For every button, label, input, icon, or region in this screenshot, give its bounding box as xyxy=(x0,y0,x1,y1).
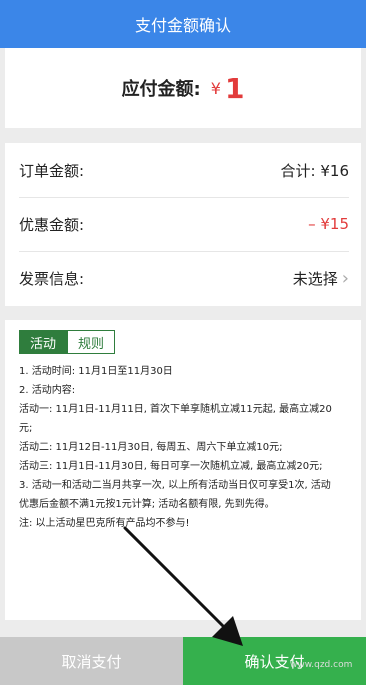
rule-line: 活动二: 11月12日-11月30日, 每周五、周六下单立减10元; xyxy=(19,442,283,453)
payable-value: 1 xyxy=(224,71,245,105)
rule-line: 3. 活动一和活动二当月共享一次, 以上所有活动当日仅可享受1次, 活动 xyxy=(19,480,331,491)
rules-text: 1. 活动时间: 11月1日至11月30日 2. 活动内容: 活动一: 11月1… xyxy=(19,362,351,533)
payable-label: 应付金额: xyxy=(121,79,201,100)
rule-line: 活动三: 11月1日-11月30日, 每日可享一次随机立减, 最高立减20元; xyxy=(19,461,323,472)
watermark: www.qzd.com xyxy=(290,660,353,670)
rule-line: 优惠后金额不满1元按1元计算; 活动名额有限, 先到先得。 xyxy=(19,499,275,510)
rule-line: 2. 活动内容: xyxy=(19,385,76,396)
order-amount-value: 合计: ¥16 xyxy=(280,161,349,180)
order-amount-row: 订单金额: 合计: ¥16 xyxy=(19,143,349,198)
activity-tabs: 活动 规则 xyxy=(19,330,116,354)
cancel-payment-button[interactable]: 取消支付 xyxy=(0,637,183,685)
rule-line: 1. 活动时间: 11月1日至11月30日 xyxy=(19,366,173,377)
payable-amount-card: 应付金额: ¥ 1 xyxy=(5,48,361,128)
currency-symbol: ¥ xyxy=(210,78,221,98)
order-details: 订单金额: 合计: ¥16 优惠金额: – ¥15 发票信息: 未选择 › xyxy=(5,143,361,306)
discount-label: 优惠金额: xyxy=(19,215,85,234)
tab-activity[interactable]: 活动 xyxy=(19,330,68,354)
tab-rules[interactable]: 规则 xyxy=(67,330,116,354)
page-title: 支付金额确认 xyxy=(134,16,231,35)
rule-line: 注: 以上活动星巴克所有产品均不参与! xyxy=(19,518,190,529)
discount-value: – ¥15 xyxy=(308,215,349,233)
header-bar: 支付金额确认 xyxy=(0,0,366,48)
discount-row: 优惠金额: – ¥15 xyxy=(19,197,349,252)
rule-line: 活动一: 11月1日-11月11日, 首次下单享随机立减11元起, 最高立减20 xyxy=(19,404,332,415)
chevron-right-icon: › xyxy=(341,267,349,289)
invoice-value: 未选择 xyxy=(292,269,338,288)
invoice-label: 发票信息: xyxy=(19,269,85,288)
rule-line: 元; xyxy=(19,423,33,434)
order-amount-label: 订单金额: xyxy=(19,161,85,180)
activity-panel: 活动 规则 1. 活动时间: 11月1日至11月30日 2. 活动内容: 活动一… xyxy=(5,320,361,620)
invoice-row[interactable]: 发票信息: 未选择 › xyxy=(19,251,349,305)
